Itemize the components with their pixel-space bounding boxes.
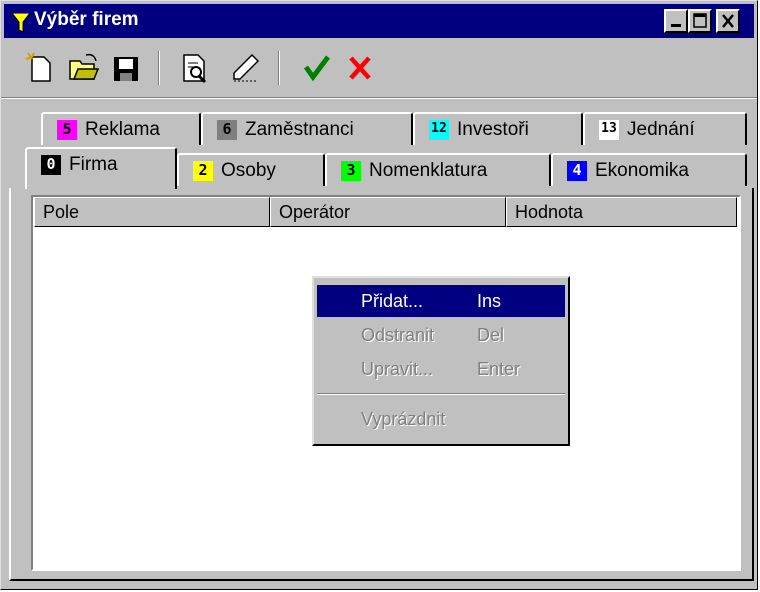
edit-pen-icon <box>233 53 260 82</box>
new-icon <box>25 52 51 82</box>
menu-separator <box>317 393 565 395</box>
edit-button[interactable] <box>228 51 260 83</box>
tab-nomenklatura[interactable]: 3 Nomenklatura <box>325 153 551 186</box>
tab-reklama[interactable]: 5 Reklama <box>41 112 201 145</box>
close-button[interactable] <box>716 9 740 33</box>
window-title: Výběr firem <box>34 9 139 30</box>
cancel-x-icon <box>349 56 371 80</box>
tab-investori[interactable]: 12 Investoři <box>413 112 583 145</box>
menu-item-label: Vyprázdnit <box>361 409 446 429</box>
title-bar[interactable]: Výběr firem <box>4 4 754 38</box>
tab-label: Ekonomika <box>595 160 689 181</box>
menu-item-odstranit[interactable]: Odstranit Del <box>317 319 565 351</box>
new-button[interactable] <box>24 51 56 83</box>
cancel-button[interactable] <box>344 51 376 83</box>
filter-funnel-icon <box>10 12 32 38</box>
menu-item-upravit[interactable]: Upravit... Enter <box>317 353 565 385</box>
tab-number-badge: 13 <box>599 120 619 140</box>
toolbar-separator <box>158 51 160 85</box>
preview-icon <box>183 54 207 83</box>
ok-checkmark-icon <box>303 55 330 82</box>
ok-button[interactable] <box>300 51 332 83</box>
window: Výběr firem 5 Reklama 6 Zaměstnanci 12 I… <box>0 0 758 590</box>
tab-number-badge: 12 <box>429 120 449 140</box>
tab-label: Jednání <box>627 119 695 140</box>
menu-item-shortcut: Del <box>477 325 505 345</box>
tab-firma[interactable]: 0 Firma <box>25 147 177 189</box>
toolbar-divider <box>1 97 757 99</box>
tab-label: Firma <box>69 154 118 175</box>
tab-number-badge: 4 <box>567 161 587 181</box>
tab-number-badge: 6 <box>217 120 237 140</box>
minimize-icon <box>671 24 681 27</box>
tab-number-badge: 2 <box>193 161 213 181</box>
tab-osoby[interactable]: 2 Osoby <box>177 153 325 186</box>
tab-label: Osoby <box>221 160 276 181</box>
menu-item-shortcut: Ins <box>477 291 502 311</box>
tab-ekonomika[interactable]: 4 Ekonomika <box>551 153 747 186</box>
tab-number-badge: 3 <box>341 161 361 181</box>
maximize-icon <box>693 13 707 28</box>
open-folder-icon <box>69 53 100 80</box>
column-header-pole[interactable]: Pole <box>34 197 270 227</box>
column-header-hodnota[interactable]: Hodnota <box>506 197 737 227</box>
tab-zamestnanci[interactable]: 6 Zaměstnanci <box>201 112 413 145</box>
minimize-button[interactable] <box>664 9 688 33</box>
menu-item-label: Odstranit <box>361 325 435 345</box>
tab-label: Investoři <box>457 119 529 140</box>
tab-number-badge: 0 <box>41 155 61 175</box>
tab-label: Zaměstnanci <box>245 119 354 140</box>
preview-button[interactable] <box>178 51 210 83</box>
menu-item-pridat[interactable]: Přidat... Ins <box>317 285 565 317</box>
context-menu: Přidat... Ins Odstranit Del Upravit... E… <box>312 276 570 446</box>
menu-item-vyprazdnit[interactable]: Vyprázdnit <box>317 403 565 435</box>
tab-label: Nomenklatura <box>369 160 488 181</box>
maximize-button[interactable] <box>688 9 712 33</box>
menu-item-label: Upravit... <box>361 359 434 379</box>
menu-item-label: Přidat... <box>361 291 424 311</box>
tab-jednani[interactable]: 13 Jednání <box>583 112 747 145</box>
menu-item-shortcut: Enter <box>477 359 521 379</box>
save-button[interactable] <box>110 51 142 83</box>
tab-label: Reklama <box>85 119 160 140</box>
toolbar <box>6 45 754 95</box>
column-header-operator[interactable]: Operátor <box>270 197 506 227</box>
save-icon <box>114 57 138 81</box>
toolbar-separator <box>278 51 280 85</box>
open-button[interactable] <box>68 51 100 83</box>
tab-number-badge: 5 <box>57 120 77 140</box>
close-icon <box>722 14 734 28</box>
